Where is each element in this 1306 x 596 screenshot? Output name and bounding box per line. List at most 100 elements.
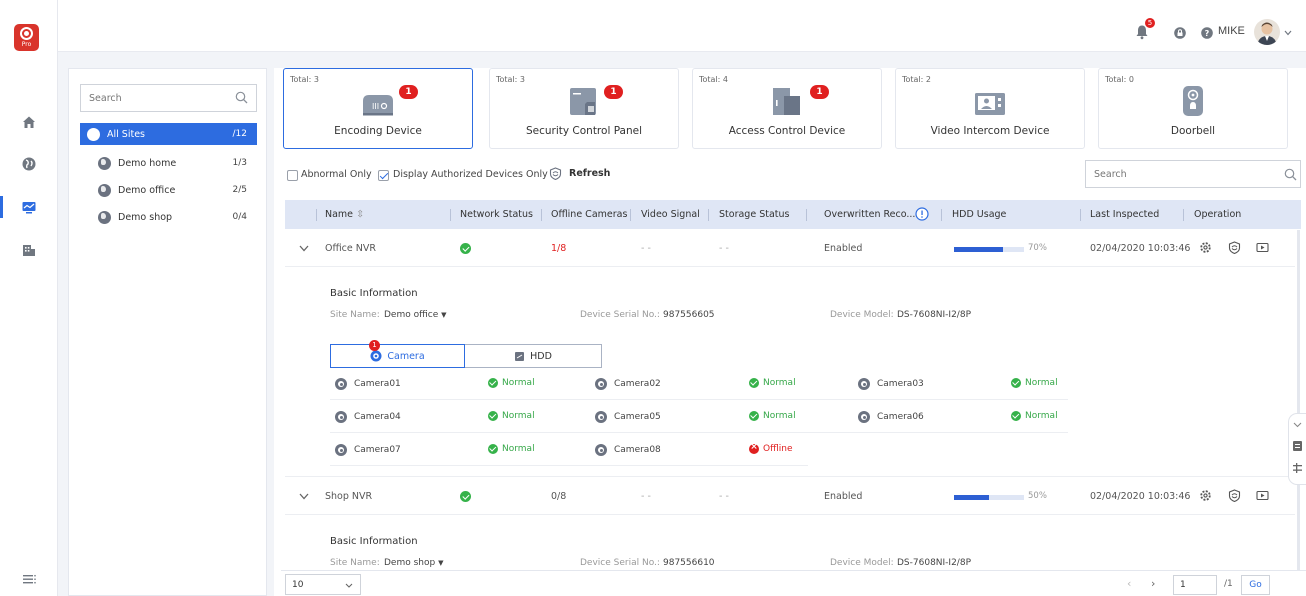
left-rail: Pro: [0, 0, 58, 596]
shield-refresh-icon[interactable]: [1228, 489, 1241, 502]
site-item-label: Demo shop: [118, 211, 173, 223]
last-inspected: 02/04/2020 10:03:46: [1090, 491, 1191, 502]
site-item-count: 0/4: [232, 212, 247, 222]
tab-camera[interactable]: Camera: [330, 344, 465, 368]
chevron-down-icon: ▼: [441, 311, 447, 319]
camera-icon: [370, 350, 382, 362]
card-label: Access Control Device: [728, 125, 846, 137]
card-access-control-device[interactable]: Total: 4 1 Access Control Device: [692, 68, 882, 149]
page-size-value: 10: [292, 579, 304, 590]
gear-icon[interactable]: [1199, 489, 1212, 502]
model-label: Device Model:: [830, 558, 894, 568]
top-bar: 5 ? MIKE: [58, 0, 1306, 52]
card-security-control-panel[interactable]: Total: 3 1 Security Control Panel: [489, 68, 679, 149]
site-search-input[interactable]: [81, 85, 221, 111]
camera-item[interactable]: Camera01: [335, 378, 401, 390]
site-item-demo-shop[interactable]: Demo shop 0/4: [80, 206, 257, 228]
site-item-demo-office[interactable]: Demo office 2/5: [80, 179, 257, 201]
table-footer: 10 ‹ › 1 /1 Go: [281, 570, 1306, 596]
camera-status: Normal: [1011, 378, 1058, 388]
search-icon[interactable]: [1284, 168, 1297, 181]
site-item-all-sites[interactable]: All Sites /12: [80, 123, 257, 145]
floating-toolbar: [1288, 413, 1306, 485]
shield-refresh-icon[interactable]: [1228, 241, 1241, 254]
page-size-select[interactable]: 10: [285, 574, 361, 595]
camera-item[interactable]: Camera03: [858, 378, 924, 390]
gear-icon[interactable]: [1199, 241, 1212, 254]
col-storage-status: Storage Status: [719, 209, 790, 220]
user-name[interactable]: MIKE: [1218, 25, 1245, 37]
basic-info-title: Basic Information: [330, 288, 418, 299]
card-video-intercom-device[interactable]: Total: 2 Video Intercom Device: [895, 68, 1085, 149]
help-icon[interactable]: ?: [1201, 27, 1213, 39]
refresh-button[interactable]: Refresh: [569, 168, 610, 179]
app-logo[interactable]: Pro: [14, 24, 39, 51]
card-doorbell[interactable]: Total: 0 Doorbell: [1098, 68, 1288, 149]
home-icon[interactable]: [21, 114, 37, 130]
menu-collapse-icon[interactable]: [21, 571, 37, 587]
site-item-demo-home[interactable]: Demo home 1/3: [80, 152, 257, 174]
card-label: Security Control Panel: [525, 125, 643, 137]
site-item-label: Demo office: [118, 184, 176, 196]
chevron-down-icon[interactable]: [1284, 30, 1292, 36]
filter-icon[interactable]: [1292, 462, 1303, 474]
avatar[interactable]: [1254, 19, 1280, 45]
table-row[interactable]: Shop NVR 0/8 - - - - Enabled 50% 02/04/2…: [285, 478, 1295, 515]
camera-item[interactable]: Camera02: [595, 378, 661, 390]
scrollbar-track[interactable]: [1297, 230, 1300, 570]
card-total: Total: 2: [902, 75, 932, 84]
globe-icon: [98, 156, 111, 170]
lock-icon[interactable]: [1174, 27, 1186, 39]
refresh-icon[interactable]: [549, 167, 562, 180]
camera-item[interactable]: Camera05: [595, 411, 661, 423]
serial-value: 987556605: [663, 310, 715, 320]
camera-alert-badge: 1: [369, 340, 380, 351]
camera-item[interactable]: Camera06: [858, 411, 924, 423]
offline-cameras[interactable]: 1/8: [551, 243, 566, 254]
device-search-input[interactable]: [1086, 162, 1266, 186]
model-value: DS-7608NI-I2/8P: [897, 558, 971, 568]
last-inspected: 02/04/2020 10:03:46: [1090, 243, 1191, 254]
camera-item[interactable]: Camera04: [335, 411, 401, 423]
info-icon[interactable]: [915, 207, 929, 221]
abnormal-only-checkbox[interactable]: [287, 170, 298, 181]
hdd-usage-label: 50%: [1028, 491, 1047, 501]
tab-hdd[interactable]: HDD: [465, 344, 602, 368]
chevron-down-icon[interactable]: [299, 493, 309, 500]
network-online-icon: [460, 491, 471, 502]
site-panel: All Sites /12 Demo home 1/3 Demo office …: [68, 68, 267, 596]
go-button[interactable]: Go: [1241, 575, 1270, 595]
search-icon[interactable]: [235, 91, 248, 104]
site-name-value[interactable]: Demo office ▼: [384, 310, 447, 320]
table-row[interactable]: Office NVR 1/8 - - - - Enabled 70% 02/04…: [285, 230, 1295, 267]
monitor-icon[interactable]: [21, 199, 37, 215]
notification-badge: 5: [1145, 18, 1155, 28]
authorized-only-checkbox[interactable]: [378, 170, 389, 181]
globe-icon[interactable]: [21, 156, 37, 172]
col-name[interactable]: Name ⇳: [325, 209, 364, 220]
card-encoding-device[interactable]: Total: 3 III 1 Encoding Device: [283, 68, 473, 149]
camera-item[interactable]: Camera08: [595, 444, 661, 456]
building-icon[interactable]: [21, 242, 37, 258]
serial-value: 987556610: [663, 558, 715, 568]
sort-icon[interactable]: ⇳: [356, 209, 364, 220]
video-signal: - -: [641, 243, 651, 254]
col-overwritten: Overwritten Reco...: [824, 209, 916, 220]
table-header: Name ⇳ Network Status Offline Cameras Vi…: [285, 200, 1301, 229]
col-offline-cameras: Offline Cameras: [551, 209, 628, 220]
next-page-button[interactable]: ›: [1151, 577, 1155, 590]
chevron-down-icon[interactable]: [1293, 422, 1302, 428]
site-name-value[interactable]: Demo shop ▼: [384, 558, 443, 568]
site-name-label: Site Name:: [330, 310, 380, 320]
chevron-down-icon[interactable]: [299, 245, 309, 252]
overwritten-status: Enabled: [824, 243, 863, 254]
card-total: Total: 4: [699, 75, 729, 84]
globe-icon: [98, 210, 111, 224]
live-view-icon[interactable]: [1256, 241, 1269, 254]
prev-page-button[interactable]: ‹: [1127, 577, 1131, 590]
live-view-icon[interactable]: [1256, 489, 1269, 502]
overwritten-status: Enabled: [824, 491, 863, 502]
list-icon[interactable]: [1292, 440, 1303, 452]
page-input[interactable]: 1: [1173, 575, 1217, 595]
camera-item[interactable]: Camera07: [335, 444, 401, 456]
